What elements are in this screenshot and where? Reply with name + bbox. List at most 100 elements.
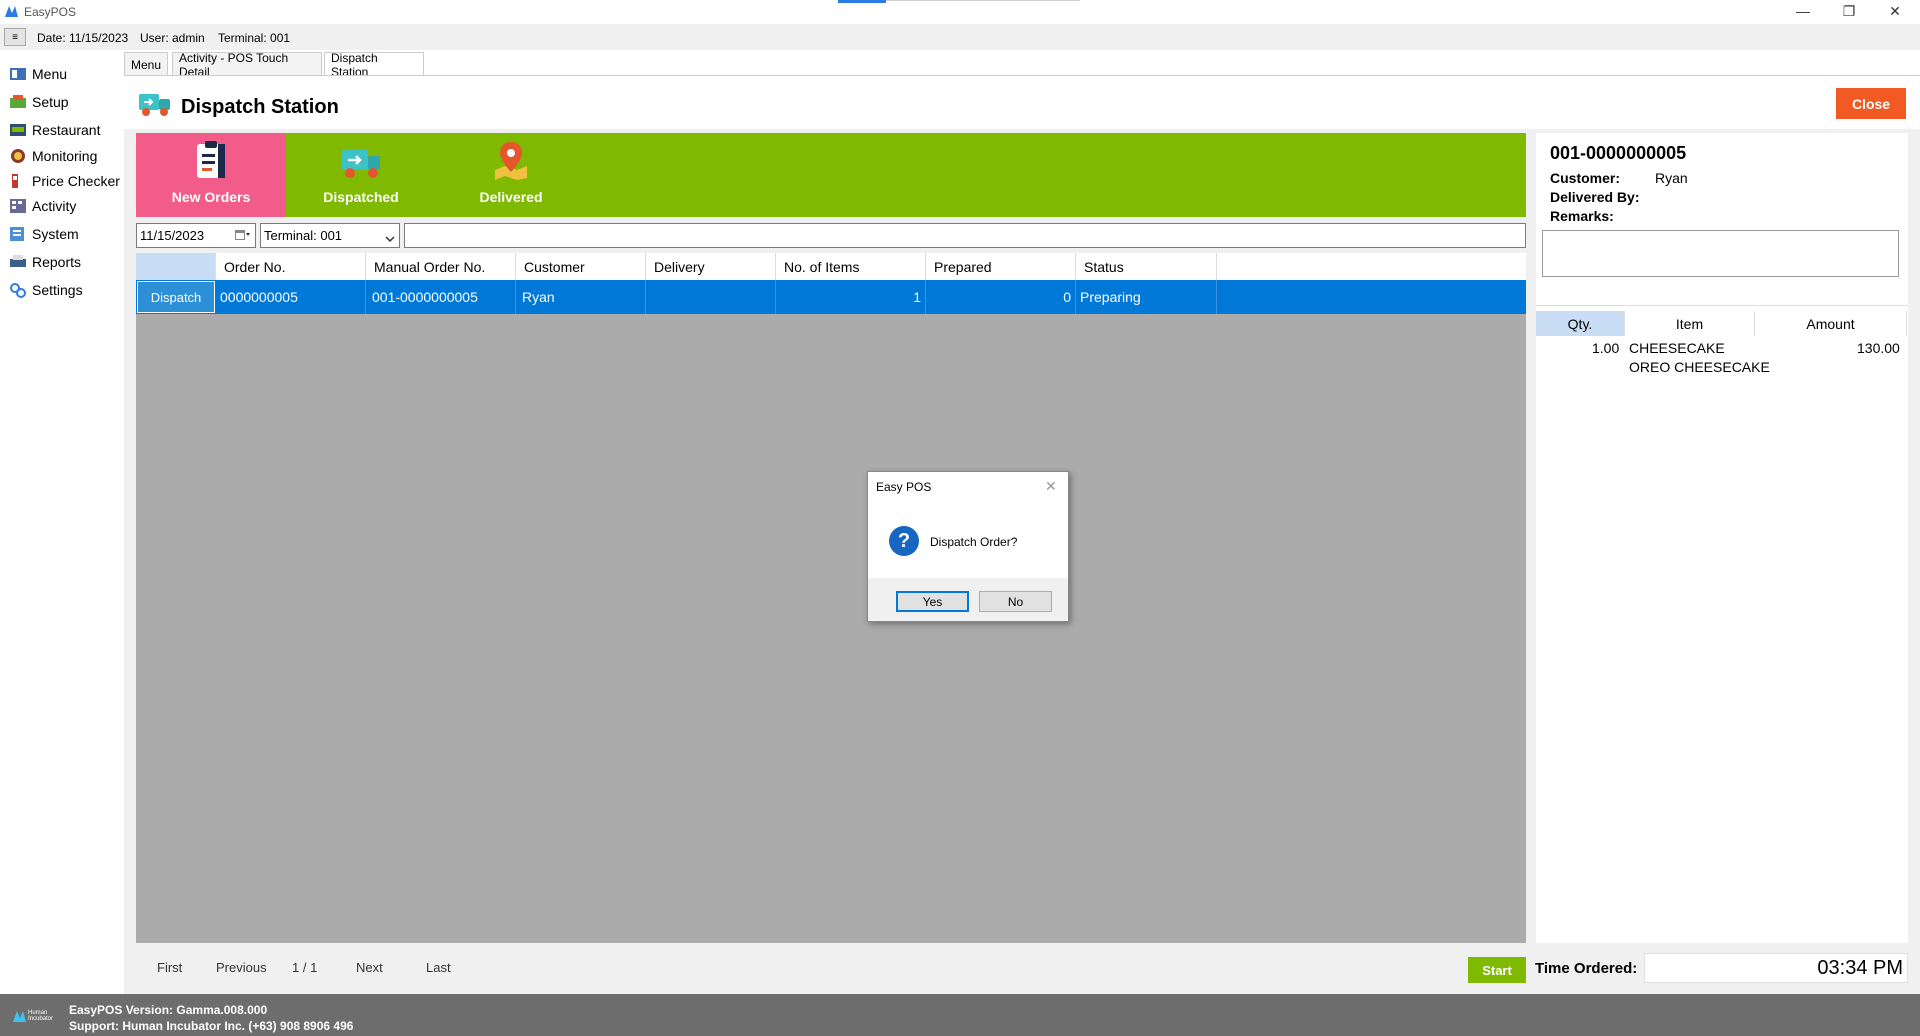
date-value: 11/15/2023: [140, 228, 205, 243]
sidebar-item-menu[interactable]: Menu: [8, 62, 67, 86]
detail-order-no: 001-0000000005: [1550, 143, 1687, 163]
page-header: [124, 76, 1920, 129]
item-modifier: OREO CHEESECAKE: [1629, 359, 1770, 375]
time-ordered-value: 03:34 PM: [1644, 953, 1908, 983]
dispatch-button[interactable]: Dispatch: [137, 281, 215, 313]
restore-button[interactable]: ❐: [1826, 0, 1872, 22]
cell-status: Preparing: [1076, 280, 1217, 314]
setup-icon: [8, 93, 28, 111]
settings-icon: [8, 281, 28, 299]
tab-dispatch-station[interactable]: Dispatch Station: [324, 51, 424, 79]
cell-prepared: 0: [926, 280, 1076, 314]
column-header-no-of-items[interactable]: No. of Items: [776, 253, 926, 280]
column-header-qty: Qty.: [1536, 311, 1625, 336]
delivery-truck-icon: [340, 144, 382, 183]
dialog-title: Easy POS: [876, 480, 932, 494]
sidebar-item-price-checker[interactable]: Price Checker: [8, 169, 120, 193]
cell-customer: Ryan: [516, 280, 646, 314]
human-incubator-logo: Human Incubator: [12, 1008, 64, 1024]
column-header-manual-order-no[interactable]: Manual Order No.: [366, 253, 516, 280]
column-header-customer[interactable]: Customer: [516, 253, 646, 280]
time-ordered-label: Time Ordered:: [1535, 960, 1638, 977]
terminal-select[interactable]: Terminal: 001: [260, 223, 400, 248]
menu-toggle-button[interactable]: ≡: [4, 28, 26, 46]
page-title: Dispatch Station: [181, 96, 339, 118]
detail-divider: [1536, 305, 1908, 306]
remarks-field[interactable]: [1542, 230, 1899, 277]
sidebar-item-label: Menu: [32, 66, 68, 82]
cell-delivery: [646, 280, 776, 314]
window-close-button[interactable]: ✕: [1872, 0, 1918, 22]
window-title: EasyPOS: [24, 5, 77, 19]
sidebar-item-label: Monitoring: [32, 148, 98, 164]
tab-menu[interactable]: Menu: [124, 52, 168, 76]
tab-delivered[interactable]: Delivered: [436, 133, 586, 217]
titlebar-divider: [886, 0, 1080, 1]
pager-last[interactable]: Last: [426, 960, 451, 975]
yes-button[interactable]: Yes: [896, 591, 969, 612]
sidebar-item-activity[interactable]: Activity: [8, 194, 76, 218]
orders-grid: [136, 253, 1526, 943]
start-button[interactable]: Start: [1468, 957, 1526, 983]
tab-new-orders[interactable]: New Orders: [136, 133, 286, 217]
sidebar-item-label: Restaurant: [32, 122, 101, 138]
monitoring-icon: [8, 147, 28, 165]
close-button[interactable]: Close: [1836, 88, 1906, 119]
restaurant-icon: [8, 121, 28, 139]
pager-next[interactable]: Next: [356, 960, 383, 975]
window-titlebar: [0, 0, 1920, 24]
sidebar-item-monitoring[interactable]: Monitoring: [8, 144, 97, 168]
sidebar-item-system[interactable]: System: [8, 222, 79, 246]
sidebar-item-reports[interactable]: Reports: [8, 250, 81, 274]
column-header-prepared[interactable]: Prepared: [926, 253, 1076, 280]
sidebar-item-setup[interactable]: Setup: [8, 90, 69, 114]
reports-icon: [8, 253, 28, 271]
pager-previous[interactable]: Previous: [216, 960, 267, 975]
date-picker[interactable]: 11/15/2023: [136, 223, 256, 248]
status-terminal: Terminal: 001: [218, 31, 291, 45]
pager-first[interactable]: First: [157, 960, 182, 975]
tab-activity-pos-touch-detail[interactable]: Activity - POS Touch Detail: [172, 51, 322, 79]
item-name: CHEESECAKE: [1629, 340, 1725, 356]
column-header-order-no[interactable]: Order No.: [216, 253, 366, 280]
tab-dispatched[interactable]: Dispatched: [286, 133, 436, 217]
terminal-value: Terminal: 001: [264, 228, 343, 243]
column-header-item: Item: [1625, 311, 1755, 336]
column-header-status[interactable]: Status: [1076, 253, 1217, 280]
item-amount: 130.00: [1857, 340, 1900, 356]
sidebar-item-restaurant[interactable]: Restaurant: [8, 118, 100, 142]
logo-text: Human Incubator: [28, 1010, 54, 1022]
app-logo-icon: [4, 4, 19, 19]
sidebar-item-label: Price Checker: [32, 173, 120, 189]
menu-icon: [8, 65, 28, 83]
activity-icon: [8, 197, 28, 215]
calendar-icon: [235, 229, 251, 244]
titlebar-accent: [838, 0, 886, 3]
sidebar-item-label: Activity: [32, 198, 77, 214]
column-header-delivery[interactable]: Delivery: [646, 253, 776, 280]
question-icon: ?: [889, 526, 919, 556]
dialog-close-icon[interactable]: ✕: [1045, 478, 1057, 495]
status-user: User: admin: [140, 31, 205, 45]
detail-delivered-by-label: Delivered By:: [1550, 189, 1640, 205]
footer-support: Support: Human Incubator Inc. (+63) 908 …: [69, 1019, 354, 1033]
pager-page-indicator: 1 / 1: [292, 960, 318, 975]
tab-dispatched-label: Dispatched: [323, 189, 399, 205]
sidebar-item-label: Settings: [32, 282, 83, 298]
search-input[interactable]: [404, 223, 1526, 248]
detail-customer-value: Ryan: [1655, 170, 1688, 186]
dispatch-truck-icon: [138, 90, 172, 118]
tab-delivered-label: Delivered: [479, 189, 543, 205]
minimize-button[interactable]: —: [1780, 0, 1826, 22]
status-date: Date: 11/15/2023: [37, 31, 129, 45]
detail-remarks-label: Remarks:: [1550, 208, 1614, 224]
sidebar-item-settings[interactable]: Settings: [8, 278, 83, 302]
system-icon: [8, 225, 28, 243]
no-button[interactable]: No: [979, 591, 1052, 612]
dialog-message: Dispatch Order?: [930, 535, 1018, 549]
footer-version: EasyPOS Version: Gamma.008.000: [69, 1003, 268, 1017]
chevron-down-icon: [385, 231, 395, 246]
tab-new-orders-label: New Orders: [171, 189, 251, 205]
column-header-action: [136, 253, 216, 280]
column-header-amount: Amount: [1755, 311, 1907, 336]
